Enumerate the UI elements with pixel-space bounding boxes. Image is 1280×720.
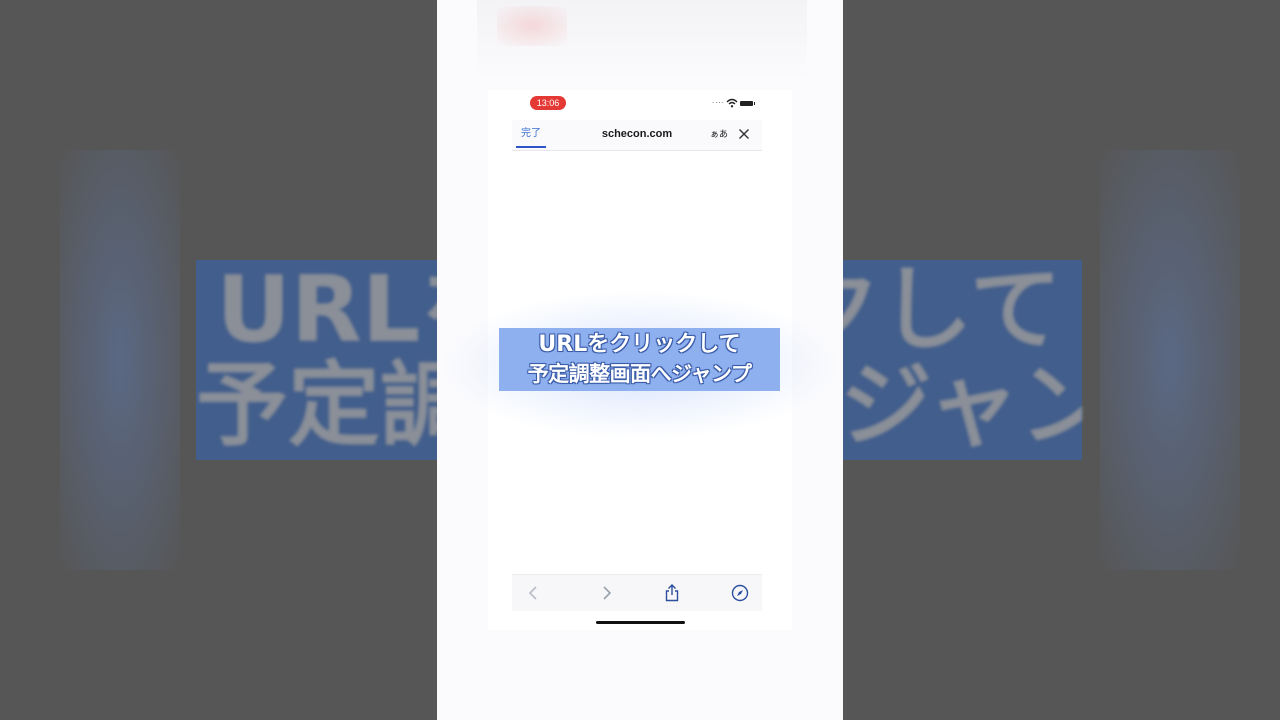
text-size-button[interactable]: ぁあ — [708, 126, 730, 144]
chevron-right-icon[interactable] — [596, 583, 616, 603]
compass-icon[interactable] — [730, 583, 750, 603]
browser-toolbar — [512, 574, 762, 611]
battery-icon — [740, 101, 755, 106]
video-frame: URLをクリックして 予定調整画面へジャンプ 13:06 ···· 完了 sch… — [0, 0, 1280, 720]
done-button[interactable]: 完了 — [516, 124, 546, 148]
browser-nav-bar: 完了 schecon.com ぁあ — [512, 120, 762, 151]
home-indicator — [596, 621, 685, 624]
caption-overlay: URLをクリックして 予定調整画面へジャンプ — [499, 328, 780, 391]
status-bar: 13:06 ···· — [488, 90, 792, 116]
url-label[interactable]: schecon.com — [572, 124, 702, 144]
column-top-tint — [497, 6, 567, 46]
share-icon[interactable] — [662, 583, 682, 603]
signal-icon: ···· — [712, 99, 725, 107]
background-glow-right — [1100, 150, 1240, 570]
status-time: 13:06 — [530, 96, 566, 110]
caption-line1: URLをクリックして — [538, 332, 741, 357]
wifi-icon — [726, 98, 738, 108]
close-icon[interactable] — [736, 126, 752, 142]
caption-line2: 予定調整画面へジャンプ — [527, 362, 752, 386]
background-glow-left — [60, 150, 180, 570]
chevron-left-icon[interactable] — [524, 583, 544, 603]
